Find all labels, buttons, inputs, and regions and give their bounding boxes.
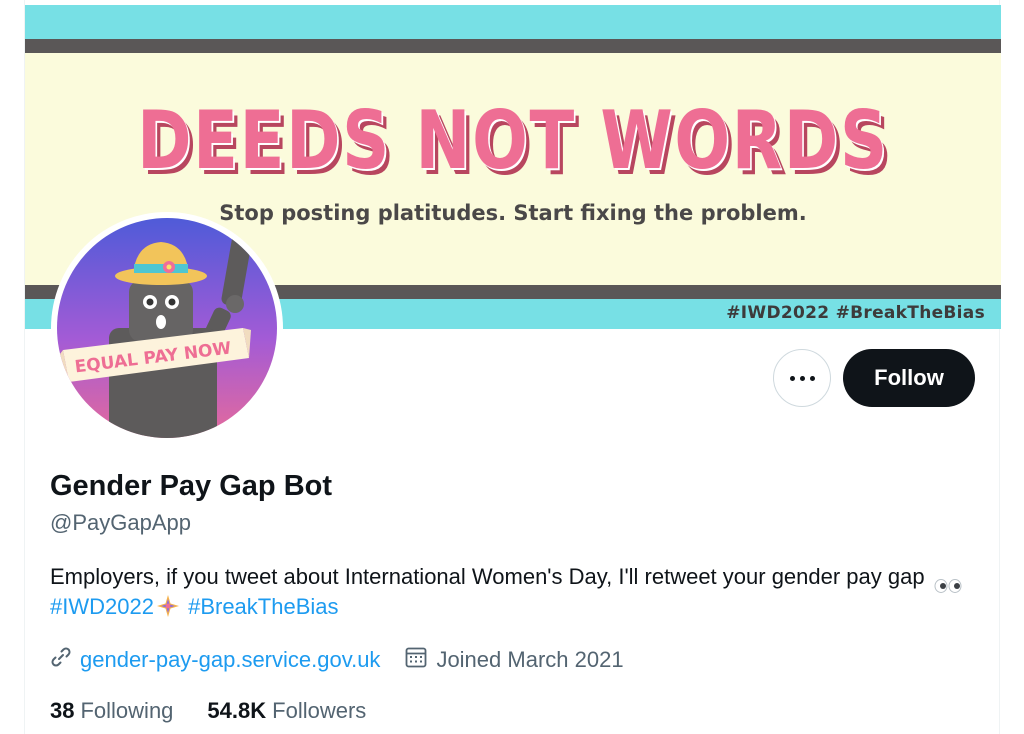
profile-card: DEEDS NOT WORDS Stop posting platitudes.… — [24, 0, 1001, 734]
bio-hashtag[interactable]: #BreakTheBias — [188, 594, 338, 619]
link-icon — [50, 646, 72, 674]
following-label: Following — [80, 698, 174, 723]
calendar-icon — [404, 645, 428, 675]
display-name: Gender Pay Gap Bot — [50, 470, 333, 502]
avatar[interactable]: EQUAL PAY NOW — [51, 212, 283, 444]
banner-stripe — [25, 5, 1001, 39]
website-link[interactable]: gender-pay-gap.service.gov.uk — [80, 647, 380, 673]
following-count: 38 — [50, 698, 75, 723]
bio-hashtag[interactable]: #IWD2022 — [50, 594, 154, 619]
more-options-button[interactable] — [773, 349, 831, 407]
banner-headline: DEEDS NOT WORDS — [137, 94, 889, 187]
handle: @PayGapApp — [50, 510, 191, 535]
bio: Employers, if you tweet about Internatio… — [50, 562, 970, 622]
banner-hashtags: #IWD2022 #BreakTheBias — [726, 303, 985, 323]
joined-date: Joined March 2021 — [436, 647, 624, 672]
ellipsis-icon — [789, 375, 795, 381]
bio-text: Employers, if you tweet about Internatio… — [50, 564, 925, 589]
followers-count: 54.8K — [207, 698, 267, 723]
eyes-emoji — [933, 571, 963, 594]
following-link[interactable]: 38 Following — [50, 698, 173, 724]
avatar-image: EQUAL PAY NOW — [57, 218, 277, 438]
followers-link[interactable]: 54.8K Followers — [207, 698, 366, 724]
profile-meta: gender-pay-gap.service.gov.uk Joined Mar… — [50, 645, 624, 675]
profile-stats: 38 Following 54.8K Followers — [50, 696, 366, 726]
robot-avatar-illustration: EQUAL PAY NOW — [57, 218, 277, 438]
follow-button[interactable]: Follow — [843, 349, 975, 407]
banner-stripe — [25, 39, 1001, 53]
ellipsis-icon — [799, 375, 805, 381]
ellipsis-icon — [809, 375, 815, 381]
followers-label: Followers — [272, 698, 367, 723]
iwd-sparkle-emoji — [156, 594, 180, 618]
